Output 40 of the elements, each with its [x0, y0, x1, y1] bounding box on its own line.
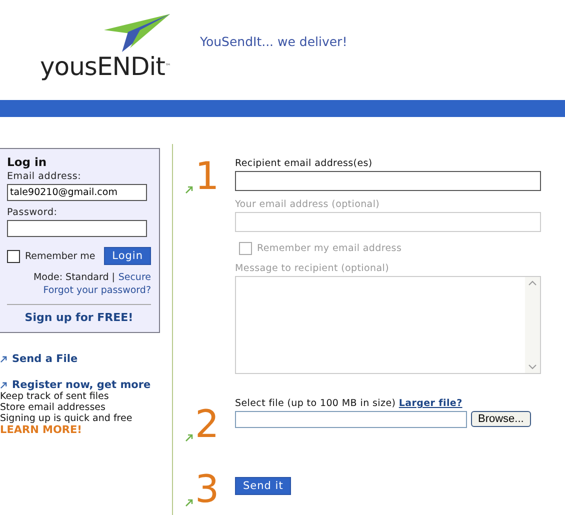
send-button[interactable]: Send it	[235, 477, 292, 495]
browse-button[interactable]: Browse...	[471, 411, 531, 427]
field-label: Select file (up to 100 MB in size) Larger file?	[235, 398, 464, 409]
forgot-password-link[interactable]: Forgot your password?	[43, 285, 151, 296]
field-label: Message to recipient (optional)	[235, 263, 390, 274]
field-label: Your email address (optional)	[235, 199, 381, 210]
login-button[interactable]: Login	[104, 247, 151, 265]
login-title: Log in	[7, 155, 48, 169]
password-field[interactable]	[7, 220, 147, 237]
benefit-text: Store email addresses	[0, 402, 106, 413]
checkbox[interactable]	[7, 250, 20, 262]
checkbox-label: Remember me	[25, 250, 96, 262]
benefit-text: Signing up is quick and free	[0, 413, 134, 424]
step-number: 3	[195, 471, 220, 507]
recipient-email-field[interactable]	[235, 171, 541, 191]
sender-email-field[interactable]	[235, 212, 541, 232]
checkbox-label: Remember my email address	[257, 243, 402, 254]
arrow-icon	[185, 499, 193, 507]
field-label: Email address:	[7, 171, 82, 182]
tagline: YouSendIt... we deliver!	[200, 34, 348, 49]
send-file-link[interactable]: Send a File	[0, 353, 160, 365]
field-label: Password:	[7, 207, 58, 218]
step-number: 1	[195, 158, 220, 194]
register-link[interactable]: Register now, get more	[0, 379, 160, 391]
benefit-text: Keep track of sent files	[0, 391, 110, 402]
message-field[interactable]	[235, 276, 541, 374]
secure-link[interactable]: Secure	[118, 272, 151, 283]
file-field[interactable]	[235, 411, 467, 428]
email-field[interactable]: tale90210@gmail.com	[7, 184, 147, 201]
signup-link[interactable]: Sign up for FREE!	[7, 311, 151, 324]
arrow-icon	[185, 434, 193, 442]
arrow-icon	[0, 356, 7, 362]
field-label: Recipient email address(es)	[235, 158, 374, 169]
arrow-icon	[0, 382, 7, 388]
scrollbar[interactable]	[525, 277, 540, 373]
step-number: 2	[195, 406, 220, 442]
arrow-icon	[185, 186, 193, 194]
paper-plane-icon	[104, 14, 170, 52]
larger-file-link[interactable]: Larger file?	[398, 398, 462, 409]
mode-label: Mode: Standard |	[33, 272, 115, 283]
